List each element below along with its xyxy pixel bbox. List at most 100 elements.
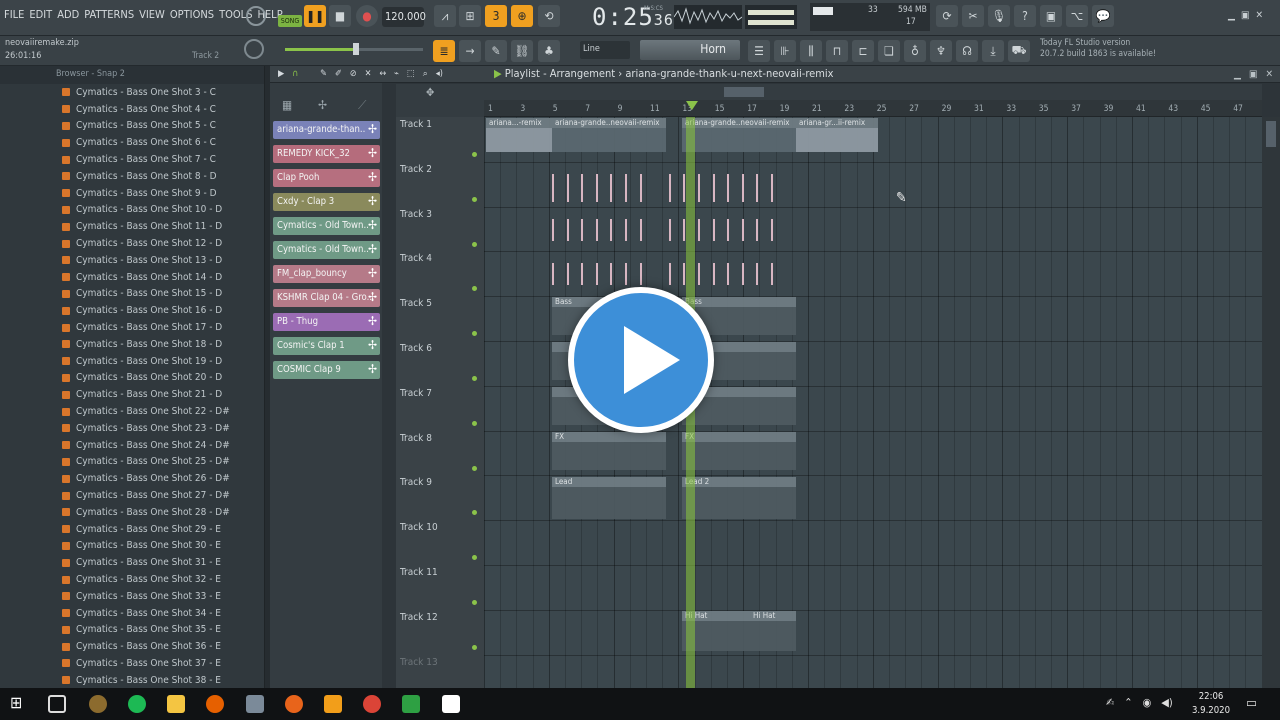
track-enable-led[interactable] [472,510,477,516]
save-icon[interactable]: ▣ [1040,5,1062,27]
refresh-icon[interactable]: ⟳ [936,5,958,27]
browser-item[interactable]: Cymatics - Bass One Shot 16 - D [0,302,264,319]
track-name[interactable]: Track 5 [400,298,432,309]
menu-file[interactable]: FILE [4,8,24,21]
fl-studio-icon[interactable] [324,695,342,713]
wait-input-icon[interactable]: ⊞ [459,5,481,27]
track-enable-led[interactable] [472,331,477,337]
track-name[interactable]: Track 4 [400,253,432,264]
track-name[interactable]: Track 1 [400,119,432,130]
playhead-triangle-icon[interactable] [686,101,698,110]
track-enable-led[interactable] [472,420,477,426]
track-enable-led[interactable] [472,152,477,157]
track-name[interactable]: Track 8 [400,433,432,444]
task-view-icon[interactable] [48,695,66,713]
zoom-icon[interactable]: ⌕ [423,69,428,79]
pattern-clip[interactable]: FX [682,432,796,470]
track-enable-led[interactable] [472,376,477,381]
browser-item[interactable]: Cymatics - Bass One Shot 22 - D# [0,403,264,420]
picker-pattern-icon[interactable]: ▦ [282,98,292,112]
browser-item[interactable]: Cymatics - Bass One Shot 9 - D [0,185,264,202]
stamp-icon[interactable]: ♣ [538,40,560,62]
browser-item[interactable]: Cymatics - Bass One Shot 18 - D [0,336,264,353]
draw-icon[interactable]: ✎ [320,69,327,79]
metronome-icon[interactable]: ⩘ [434,5,456,27]
minimize-icon[interactable]: ▁ [1228,10,1235,21]
track-name[interactable]: Track 12 [400,612,438,623]
speaker-icon[interactable]: ◂) [436,69,443,79]
arrow-icon[interactable]: → [459,40,481,62]
track-enable-led[interactable] [472,555,477,561]
browser-item[interactable]: Cymatics - Bass One Shot 29 - E [0,521,264,538]
tuner-icon[interactable]: ♆ [930,40,952,62]
loop-record-icon[interactable]: ⟲ [538,5,560,27]
browser-item[interactable]: Cymatics - Bass One Shot 17 - D [0,319,264,336]
zoom-h-icon[interactable]: ✥ [426,86,434,99]
master-pitch-slider[interactable] [285,43,423,55]
browser-item[interactable]: Cymatics - Bass One Shot 31 - E [0,554,264,571]
add-channel-icon[interactable]: ✢ [368,170,377,184]
playlist-vertical-scrollbar[interactable] [1262,117,1280,688]
picker-audio-icon[interactable]: ✢ [318,98,327,112]
menu-options[interactable]: OPTIONS [170,8,214,21]
chat-icon[interactable]: 💬 [1092,5,1114,27]
browser-item[interactable]: Cymatics - Bass One Shot 12 - D [0,235,264,252]
picker-automation-icon[interactable]: ⟋ [358,98,366,113]
tempo-display[interactable]: 120.000 [382,7,426,27]
browser-item[interactable]: Cymatics - Bass One Shot 23 - D# [0,420,264,437]
piano-roll-icon[interactable]: ≣ [433,40,455,62]
track-name[interactable]: Track 6 [400,343,432,354]
track-enable-led[interactable] [472,196,477,202]
pattern-clip[interactable]: ariana-grande..neovaii-remix [682,118,796,152]
pitch-knob[interactable] [244,39,264,59]
channel-picker-item[interactable]: Cymatics - Old Town.. ✢ [273,241,380,259]
browser-item[interactable]: Cymatics - Bass One Shot 25 - D# [0,454,264,471]
pen-icon[interactable]: ✍ [1106,696,1114,709]
touch-controller-icon[interactable]: ☊ [956,40,978,62]
plugin-picker-icon[interactable]: ♁ [904,40,926,62]
record-button[interactable]: ● [356,5,378,27]
spotify-icon[interactable] [128,695,146,713]
browser-item[interactable]: Cymatics - Bass One Shot 26 - D# [0,470,264,487]
browser-item[interactable]: Cymatics - Bass One Shot 20 - D [0,370,264,387]
chrome-icon[interactable] [363,695,381,713]
download-icon[interactable]: ⤓ [982,40,1004,62]
microphone-icon[interactable]: 🎙 [988,5,1010,27]
playlist-play-icon[interactable]: ▶ [494,67,505,80]
channel-picker-item[interactable]: PB - Thug ✢ [273,313,380,331]
pause-button[interactable]: ❚❚ [304,5,326,27]
add-channel-icon[interactable]: ✢ [368,266,377,280]
browser-item[interactable]: Cymatics - Bass One Shot 37 - E [0,655,264,672]
volume-icon[interactable]: ◀) [1161,696,1172,709]
help-icon[interactable]: ? [1014,5,1036,27]
select-icon[interactable]: ⬚ [407,69,415,79]
pattern-clip[interactable]: FX [552,432,666,470]
browser-item[interactable]: Cymatics - Bass One Shot 14 - D [0,269,264,286]
playlist-scroll-bar[interactable] [484,84,1262,100]
channel-picker-item[interactable]: FM_clap_bouncy ✢ [273,265,380,283]
playlist-close-icon[interactable]: ✕ [1265,69,1273,80]
track-name[interactable]: Track 9 [400,477,432,488]
playlist-icon[interactable]: ☰ [748,40,770,62]
pattern-clip[interactable]: ariana...-remix [486,118,552,152]
project-icon[interactable]: ❏ [878,40,900,62]
slip-icon[interactable]: ↔ [379,69,386,79]
menu-arrow-icon[interactable]: ▶ [278,69,284,79]
channel-picker-item[interactable]: KSHMR Clap 04 - Gro.. ✢ [273,289,380,307]
browser-item[interactable]: Cymatics - Bass One Shot 36 - E [0,638,264,655]
piano-icon[interactable]: ⊓ [826,40,848,62]
pattern-clip[interactable]: ariana-grande..neovaii-remix [552,118,666,152]
track-name[interactable]: Track 11 [400,567,438,578]
browser-item[interactable]: Cymatics - Bass One Shot 8 - D [0,168,264,185]
browser-item[interactable]: Cymatics - Bass One Shot 19 - D [0,353,264,370]
update-hint[interactable]: Today FL Studio version 20.7.2 build 186… [1040,38,1156,60]
pattern-clip[interactable]: Lead 2 [682,477,796,519]
system-clock[interactable]: 22:06 3.9.2020 [1192,690,1230,718]
menu-view[interactable]: VIEW [139,8,165,21]
pattern-clip[interactable]: Lead [552,477,666,519]
camtasia-icon[interactable] [402,695,420,713]
close-icon[interactable]: ✕ [1255,10,1263,21]
menu-patterns[interactable]: PATTERNS [84,8,134,21]
browser-item[interactable]: Cymatics - Bass One Shot 27 - D# [0,487,264,504]
browser-item[interactable]: Cymatics - Bass One Shot 35 - E [0,622,264,639]
